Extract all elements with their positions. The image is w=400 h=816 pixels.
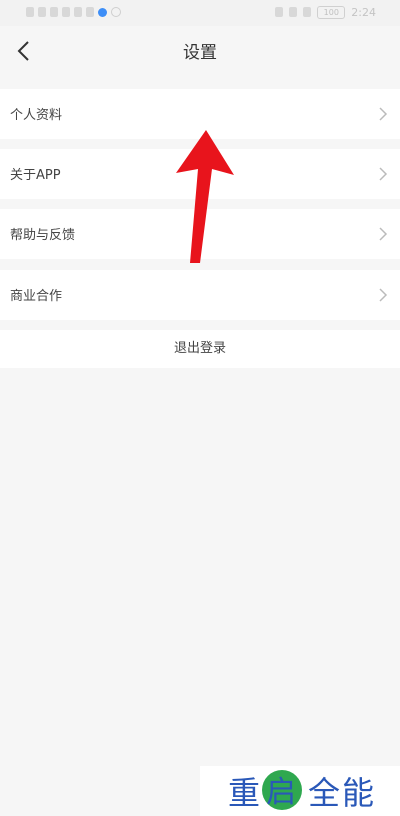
sync-icon [111,7,121,17]
logout-button[interactable]: 退出登录 [0,330,400,368]
svg-text:重: 重 [228,774,260,812]
chevron-right-icon [379,167,388,181]
signal-icon [303,7,312,17]
menu-item-label: 帮助与反馈 [10,228,76,243]
status-right: 100 2:24 [275,4,376,20]
svg-text:启: 启 [266,775,296,810]
menu-item-label: 个人资料 [10,108,63,123]
chevron-right-icon [379,288,388,302]
chevron-right-icon [379,227,388,241]
chevron-right-icon [379,107,388,121]
svg-text:全: 全 [308,774,340,812]
page-title: 设置 [183,43,217,63]
watermark-logo-icon: 重 启 全 能 [228,770,374,812]
app-notification-icon [98,7,107,17]
watermark-logo: 重 启 全 能 [200,766,400,816]
vibrate-icon [275,7,284,17]
menu-item-business-cooperation[interactable]: 商业合作 [0,270,400,320]
notification-icon [62,7,70,17]
notification-icon [50,7,58,17]
svg-text:能: 能 [342,774,374,812]
battery-icon: 100 [317,5,346,19]
notification-icon [86,7,94,17]
nav-bar: 设置 [0,26,400,86]
status-left [26,4,121,20]
settings-screen: 100 2:24 设置 个人资料 关于APP 帮助与反馈 商业合作 退出登录 重… [0,0,400,816]
menu-item-label: 关于APP [10,168,61,183]
annotation-arrow-icon [176,130,234,263]
wifi-icon [289,7,298,17]
notification-icon [38,7,46,17]
status-time: 2:24 [351,5,376,19]
notification-icon [74,7,82,17]
status-bar: 100 2:24 [0,0,400,26]
menu-item-label: 商业合作 [10,289,63,304]
notification-icon [26,7,34,17]
